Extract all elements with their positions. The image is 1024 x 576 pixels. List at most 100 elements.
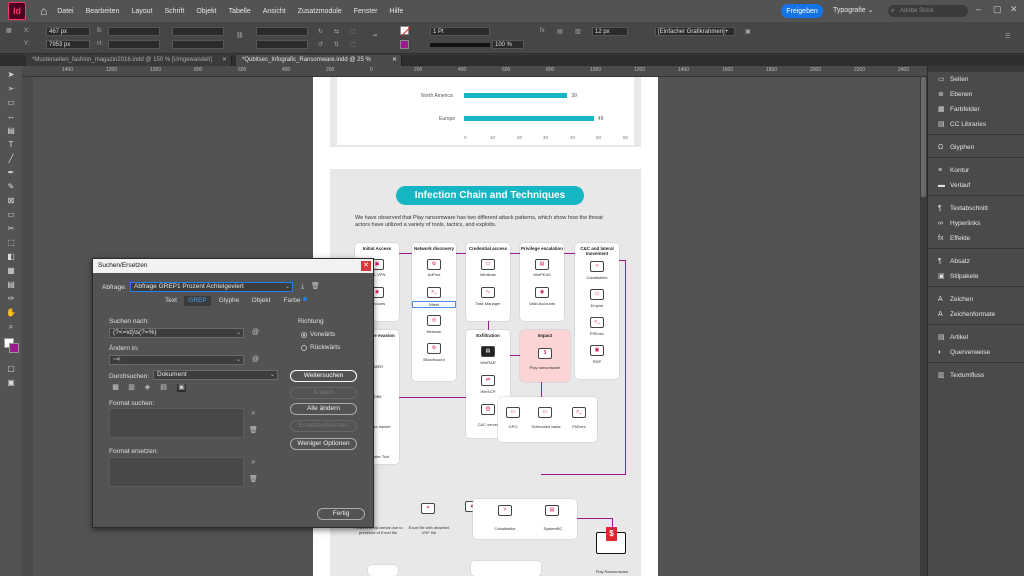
page-tool-icon[interactable]: ▭ bbox=[5, 98, 17, 108]
panel-ebenen[interactable]: ≣ Ebenen bbox=[928, 87, 1024, 102]
apply-color-icon[interactable]: ▢ bbox=[5, 364, 17, 374]
flip-v-icon[interactable]: ⇅ bbox=[334, 41, 339, 48]
scissors-tool-icon[interactable]: ✂ bbox=[5, 224, 17, 234]
include-locked-layers-icon[interactable]: ▦ bbox=[111, 384, 120, 392]
menu-layout[interactable]: Layout bbox=[131, 8, 152, 15]
rotate-ccw-icon[interactable]: ↺ bbox=[318, 41, 323, 48]
tab-farbe[interactable]: Farbe bbox=[278, 296, 306, 306]
specify-format-search-icon[interactable]: ⌕ bbox=[249, 410, 258, 418]
change-find-button[interactable]: Ersetzen/Suchen bbox=[290, 420, 357, 432]
rotate-field[interactable] bbox=[256, 27, 308, 36]
screen-mode-icon[interactable]: ▣ bbox=[5, 378, 17, 388]
tab-glyphe[interactable]: Glyphe bbox=[214, 296, 244, 306]
zoom-tool-icon[interactable]: ⌕ bbox=[5, 322, 17, 332]
line-tool-icon[interactable]: ╱ bbox=[5, 154, 17, 164]
special-chars-search-icon[interactable]: @ bbox=[251, 329, 260, 337]
scale-x-field[interactable] bbox=[172, 27, 224, 36]
rectangle-frame-tool-icon[interactable]: ⊠ bbox=[5, 196, 17, 206]
save-query-icon[interactable]: ⤓ bbox=[298, 283, 307, 291]
height-field[interactable] bbox=[108, 40, 160, 49]
menu-fenster[interactable]: Fenster bbox=[354, 8, 378, 15]
vertical-scrollbar[interactable] bbox=[920, 77, 927, 576]
panel-absatz[interactable]: ¶ Absatz bbox=[928, 254, 1024, 269]
backward-radio[interactable] bbox=[301, 345, 307, 351]
more-options-icon[interactable]: ☰ bbox=[1005, 33, 1010, 40]
horizontal-ruler[interactable]: 1400 1200 1000 800 600 400 200 0 200 400… bbox=[22, 66, 927, 77]
y-field[interactable]: 7953 px bbox=[46, 40, 90, 49]
format-search-box[interactable] bbox=[109, 408, 244, 438]
scrollbar-thumb[interactable] bbox=[921, 77, 926, 197]
gap-tool-icon[interactable]: ↔ bbox=[5, 112, 17, 122]
close-tab-icon[interactable]: ✕ bbox=[392, 55, 397, 66]
panel-zeichenformate[interactable]: A Zeichenformate bbox=[928, 307, 1024, 322]
fx-icon[interactable]: fx bbox=[540, 28, 545, 34]
type-tool-icon[interactable]: T bbox=[5, 140, 17, 150]
frame-fitting-icon[interactable]: ▣ bbox=[745, 28, 751, 35]
menu-zusatzmodule[interactable]: Zusatzmodule bbox=[298, 8, 342, 15]
panel-stilpakete[interactable]: ▣ Stilpakete bbox=[928, 269, 1024, 284]
panel-farbfelder[interactable]: ▦ Farbfelder bbox=[928, 102, 1024, 117]
menu-bearbeiten[interactable]: Bearbeiten bbox=[86, 8, 120, 15]
close-tab-icon[interactable]: ✕ bbox=[222, 55, 227, 66]
panel-cc-libraries[interactable]: ▤ CC Libraries bbox=[928, 117, 1024, 132]
panel-textabschnitt[interactable]: ¶ Textabschnitt bbox=[928, 201, 1024, 216]
change-all-button[interactable]: Alle ändern bbox=[290, 403, 357, 415]
maximize-icon[interactable]: ▢ bbox=[993, 4, 1002, 15]
minimize-icon[interactable]: – bbox=[976, 4, 981, 14]
format-replace-box[interactable] bbox=[109, 457, 244, 487]
done-button[interactable]: Fertig bbox=[317, 508, 365, 520]
forward-radio[interactable] bbox=[301, 332, 307, 338]
panel-effekte[interactable]: fx Effekte bbox=[928, 231, 1024, 246]
include-master-pages-icon[interactable]: ▤ bbox=[159, 384, 168, 392]
panel-glyphen[interactable]: Ω Glyphen bbox=[928, 140, 1024, 155]
stroke-swatch[interactable] bbox=[400, 40, 409, 49]
query-select[interactable]: Abfrage GREP1 Prozent Achtelgeviert ⌄ bbox=[130, 282, 293, 292]
pencil-tool-icon[interactable]: ✎ bbox=[5, 182, 17, 192]
tab-grep[interactable]: GREP bbox=[184, 296, 211, 306]
x-field[interactable]: 467 px bbox=[46, 27, 90, 36]
reference-point-icon[interactable]: ▦ bbox=[6, 27, 12, 34]
wrap-icon[interactable]: ▥ bbox=[575, 28, 581, 35]
fewer-options-button[interactable]: Weniger Optionen bbox=[290, 438, 357, 450]
include-footnotes-icon[interactable]: ▣ bbox=[177, 384, 186, 392]
shear-field[interactable] bbox=[256, 40, 308, 49]
free-transform-tool-icon[interactable]: ⬚ bbox=[5, 238, 17, 248]
stock-search-input[interactable]: Adobe Stock bbox=[888, 5, 968, 17]
tab-objekt[interactable]: Objekt bbox=[246, 296, 276, 306]
hand-tool-icon[interactable]: ✋ bbox=[5, 308, 17, 318]
align-icon[interactable]: ▤ bbox=[557, 28, 563, 35]
reference-size-field[interactable]: 12 px bbox=[592, 27, 628, 36]
fill-swatch[interactable] bbox=[400, 26, 411, 37]
stroke-color-icon[interactable] bbox=[9, 343, 19, 353]
replace-field[interactable]: ~< ⌄ bbox=[109, 355, 244, 365]
pen-tool-icon[interactable]: ✒ bbox=[5, 168, 17, 178]
panel-zeichen[interactable]: A Zeichen bbox=[928, 292, 1024, 307]
special-chars-replace-icon[interactable]: @ bbox=[251, 356, 260, 364]
select-container-icon[interactable]: ⬚ bbox=[350, 28, 356, 35]
close-icon[interactable]: ✕ bbox=[361, 261, 371, 271]
menu-datei[interactable]: Datei bbox=[57, 8, 73, 15]
specify-format-replace-icon[interactable]: ⌕ bbox=[249, 459, 258, 467]
eyedropper-tool-icon[interactable]: ✑ bbox=[5, 294, 17, 304]
delete-query-icon[interactable]: 🗑 bbox=[311, 283, 320, 291]
menu-ansicht[interactable]: Ansicht bbox=[263, 8, 286, 15]
find-next-button[interactable]: Weitersuchen bbox=[290, 370, 357, 382]
tab-text[interactable]: Text bbox=[160, 296, 182, 306]
workspace-switcher[interactable]: Typografie ⌄ bbox=[833, 6, 874, 14]
next-object-icon[interactable]: ⇥ bbox=[372, 32, 377, 39]
close-icon[interactable]: ✕ bbox=[1010, 4, 1018, 15]
clear-format-replace-icon[interactable]: 🗑 bbox=[249, 476, 258, 484]
selection-tool-icon[interactable]: ➤ bbox=[5, 70, 17, 80]
select-content-icon[interactable]: ⬚ bbox=[350, 41, 356, 48]
width-field[interactable] bbox=[108, 27, 160, 36]
content-collector-icon[interactable]: ▤ bbox=[5, 126, 17, 136]
menu-objekt[interactable]: Objekt bbox=[196, 8, 216, 15]
panel-textumfluss[interactable]: ▥ Textumfluss bbox=[928, 368, 1024, 383]
panel-artikel[interactable]: ▤ Artikel bbox=[928, 330, 1024, 345]
stroke-type-select[interactable] bbox=[430, 43, 490, 47]
object-style-select[interactable]: [Einfacher Grafikrahmen]+ bbox=[655, 27, 735, 36]
panel-hyperlinks[interactable]: ∞ Hyperlinks bbox=[928, 216, 1024, 231]
change-button[interactable]: Ändern bbox=[290, 387, 357, 399]
rotate-cw-icon[interactable]: ↻ bbox=[318, 28, 323, 35]
include-locked-stories-icon[interactable]: ▥ bbox=[127, 384, 136, 392]
